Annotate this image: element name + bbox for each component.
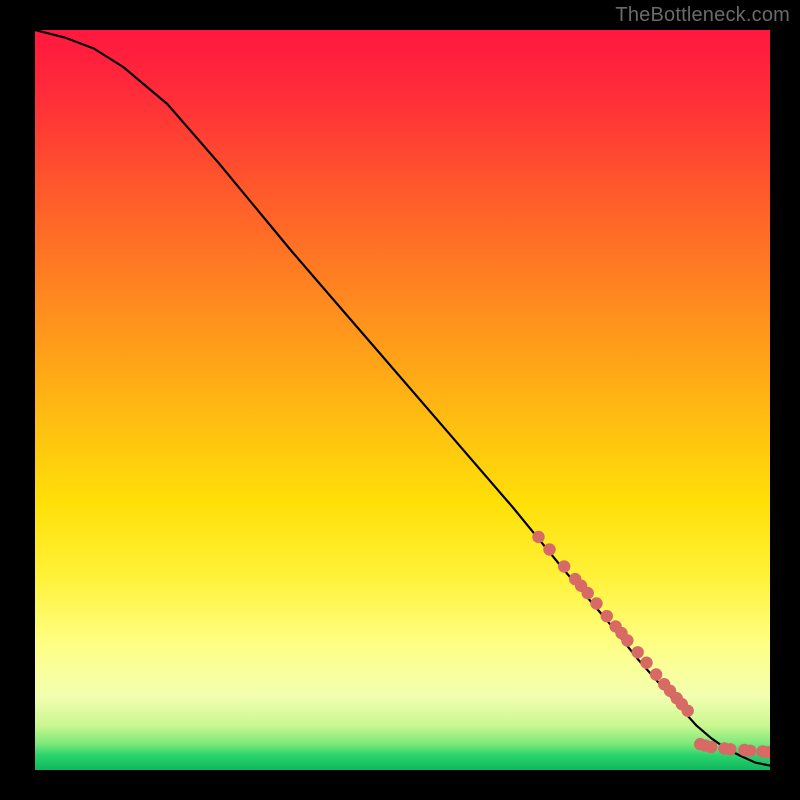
data-point — [640, 657, 652, 669]
chart-svg — [35, 30, 770, 770]
chart-frame: TheBottleneck.com — [0, 0, 800, 800]
data-point — [590, 597, 602, 609]
watermark-text: TheBottleneck.com — [615, 4, 790, 27]
data-point — [705, 741, 717, 753]
data-point — [682, 705, 694, 717]
plot-area — [35, 30, 770, 770]
data-point — [532, 531, 544, 543]
data-point — [601, 610, 613, 622]
data-point — [632, 646, 644, 658]
data-point — [650, 668, 662, 680]
data-point — [582, 587, 594, 599]
data-point — [724, 743, 736, 755]
data-point — [558, 560, 570, 572]
data-point — [621, 634, 633, 646]
data-point — [744, 745, 756, 757]
gradient-bg — [35, 30, 770, 770]
data-point — [543, 543, 555, 555]
